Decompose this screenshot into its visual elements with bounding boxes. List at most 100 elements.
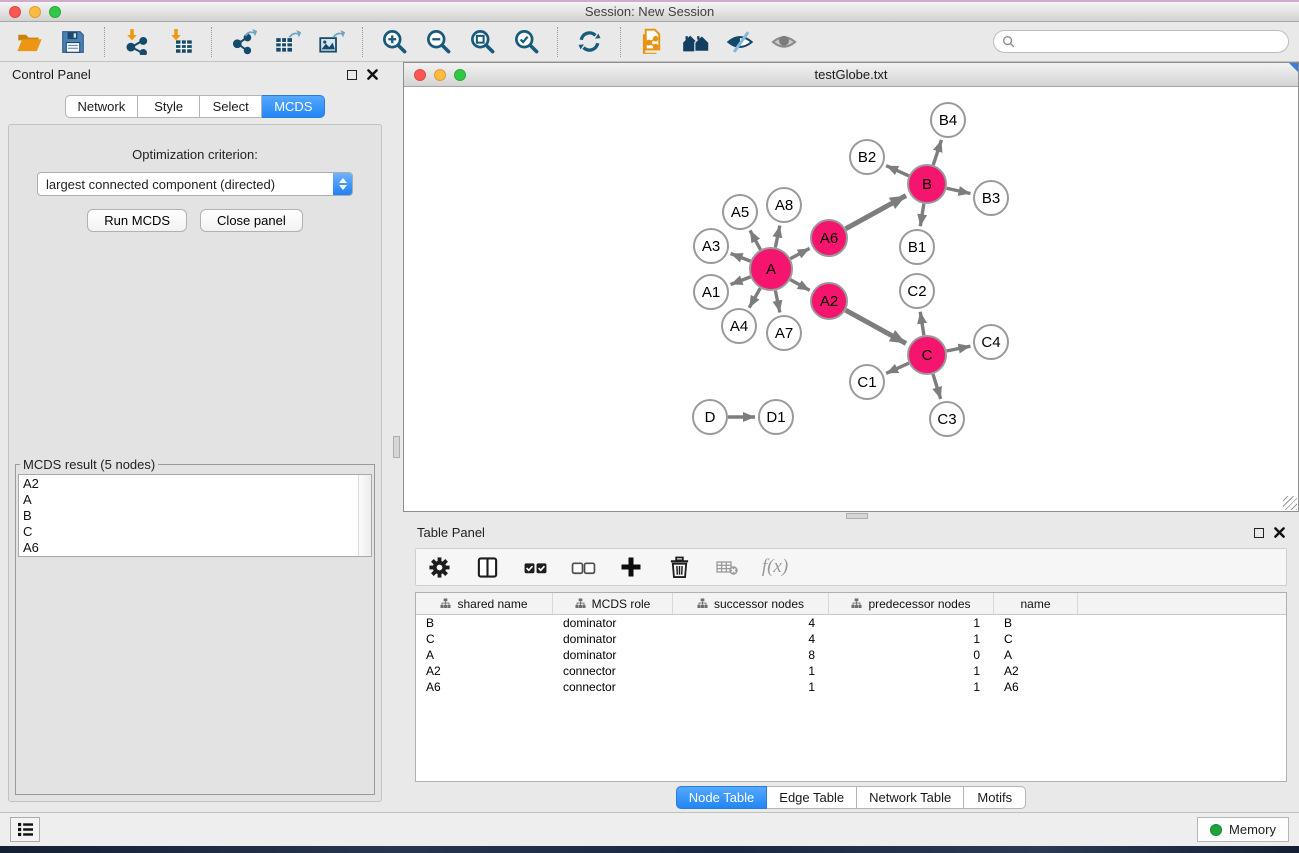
- minimize-window-button[interactable]: [29, 6, 41, 18]
- hide-graphics-details-button[interactable]: [721, 25, 759, 59]
- network-graph[interactable]: AA6A2BCA5A8A3A1A4A7B4B2B3B1C2C4C1C3DD1: [404, 87, 1298, 511]
- network-maximize-button[interactable]: [454, 69, 466, 81]
- edge-A-A1[interactable]: [731, 277, 751, 285]
- edge-A6-B[interactable]: [846, 196, 906, 229]
- search-input[interactable]: [1020, 35, 1280, 49]
- edge-A-A3[interactable]: [731, 254, 751, 262]
- table-cell[interactable]: connector: [553, 679, 673, 695]
- tab-network-table[interactable]: Network Table: [857, 786, 964, 809]
- open-session-button[interactable]: [10, 25, 48, 59]
- edge-C-C3[interactable]: [933, 374, 941, 399]
- graph-node-C2[interactable]: C2: [900, 274, 934, 308]
- edge-A-A2[interactable]: [790, 280, 809, 291]
- select-all-columns-button[interactable]: [522, 554, 548, 580]
- table-cell[interactable]: C: [994, 631, 1078, 647]
- horizontal-splitter[interactable]: [403, 512, 1299, 521]
- show-graphics-details-button[interactable]: [765, 25, 803, 59]
- graph-node-A4[interactable]: A4: [722, 309, 756, 343]
- table-cell[interactable]: connector: [553, 663, 673, 679]
- close-window-button[interactable]: [9, 6, 21, 18]
- splitter-handle[interactable]: [846, 513, 868, 519]
- column-header-MCDS-role[interactable]: MCDS role: [553, 593, 673, 614]
- table-cell[interactable]: 4: [673, 615, 829, 631]
- table-row[interactable]: A6connector11A6: [416, 679, 1286, 695]
- mcds-result-item[interactable]: A2: [23, 476, 371, 492]
- edge-B-B3[interactable]: [947, 188, 971, 193]
- edge-A-A8[interactable]: [775, 226, 779, 248]
- table-cell[interactable]: A: [416, 647, 553, 663]
- edge-B-B4[interactable]: [933, 140, 941, 165]
- network-canvas[interactable]: AA6A2BCA5A8A3A1A4A7B4B2B3B1C2C4C1C3DD1: [404, 87, 1298, 511]
- splitter-handle[interactable]: [393, 436, 400, 458]
- maximize-corner-icon[interactable]: [1289, 63, 1298, 72]
- export-table-button[interactable]: [268, 25, 306, 59]
- edge-A-A5[interactable]: [750, 230, 760, 249]
- tab-style[interactable]: Style: [138, 95, 200, 118]
- edge-A2-C[interactable]: [846, 310, 906, 343]
- column-header-name[interactable]: name: [994, 593, 1078, 614]
- mcds-result-item[interactable]: B: [23, 508, 371, 524]
- delete-table-button[interactable]: [714, 554, 740, 580]
- float-panel-button[interactable]: [1254, 528, 1264, 538]
- graph-node-A2[interactable]: A2: [811, 283, 847, 319]
- table-cell[interactable]: A: [994, 647, 1078, 663]
- graph-node-C4[interactable]: C4: [974, 325, 1008, 359]
- deselect-all-columns-button[interactable]: [570, 554, 596, 580]
- tab-select[interactable]: Select: [200, 95, 262, 118]
- node-table[interactable]: shared nameMCDS rolesuccessor nodesprede…: [415, 592, 1287, 782]
- table-cell[interactable]: 1: [829, 631, 994, 647]
- table-row[interactable]: Adominator80A: [416, 647, 1286, 663]
- table-cell[interactable]: 4: [673, 631, 829, 647]
- add-column-button[interactable]: [618, 554, 644, 580]
- mcds-result-item[interactable]: A6: [23, 540, 371, 556]
- edge-C-C2[interactable]: [920, 312, 924, 335]
- table-cell[interactable]: dominator: [553, 615, 673, 631]
- refresh-button[interactable]: [570, 25, 608, 59]
- close-panel-button[interactable]: Close panel: [200, 209, 303, 232]
- network-from-file-button[interactable]: [633, 25, 671, 59]
- function-builder-button[interactable]: f(x): [762, 554, 788, 580]
- table-cell[interactable]: C: [416, 631, 553, 647]
- table-settings-button[interactable]: [426, 554, 452, 580]
- mcds-result-item[interactable]: A: [23, 492, 371, 508]
- mcds-result-item[interactable]: C: [23, 524, 371, 540]
- tab-node-table[interactable]: Node Table: [676, 786, 768, 809]
- edge-A-A6[interactable]: [790, 248, 809, 258]
- fullscreen-window-button[interactable]: [49, 6, 61, 18]
- graph-node-C[interactable]: C: [908, 336, 946, 374]
- graph-node-A8[interactable]: A8: [767, 188, 801, 222]
- save-session-button[interactable]: [54, 25, 92, 59]
- list-scrollbar[interactable]: [358, 475, 371, 556]
- close-panel-icon[interactable]: [367, 69, 378, 80]
- float-panel-button[interactable]: [347, 70, 357, 80]
- network-minimize-button[interactable]: [434, 69, 446, 81]
- import-network-button[interactable]: [117, 25, 155, 59]
- graph-node-B1[interactable]: B1: [900, 230, 934, 264]
- edge-C-C1[interactable]: [886, 363, 909, 373]
- graph-node-C3[interactable]: C3: [930, 402, 964, 436]
- graph-node-A6[interactable]: A6: [811, 220, 847, 256]
- table-row[interactable]: Cdominator41C: [416, 631, 1286, 647]
- tab-network[interactable]: Network: [65, 95, 139, 118]
- zoom-out-button[interactable]: [419, 25, 457, 59]
- table-cell[interactable]: 8: [673, 647, 829, 663]
- show-panels-button[interactable]: [677, 25, 715, 59]
- graph-node-C1[interactable]: C1: [850, 365, 884, 399]
- close-panel-icon[interactable]: [1274, 527, 1285, 538]
- table-cell[interactable]: 1: [829, 615, 994, 631]
- graph-node-D[interactable]: D: [693, 400, 727, 434]
- graph-node-A5[interactable]: A5: [723, 195, 757, 229]
- graph-node-A[interactable]: A: [750, 248, 792, 290]
- task-history-button[interactable]: [10, 817, 40, 842]
- graph-node-A3[interactable]: A3: [694, 229, 728, 263]
- graph-node-A7[interactable]: A7: [767, 316, 801, 350]
- zoom-fit-button[interactable]: [463, 25, 501, 59]
- table-cell[interactable]: dominator: [553, 647, 673, 663]
- table-cell[interactable]: A2: [994, 663, 1078, 679]
- graph-node-A1[interactable]: A1: [694, 275, 728, 309]
- mcds-result-list[interactable]: A2ABCA6: [18, 474, 372, 557]
- table-cell[interactable]: dominator: [553, 631, 673, 647]
- table-cell[interactable]: B: [416, 615, 553, 631]
- table-cell[interactable]: 0: [829, 647, 994, 663]
- delete-column-button[interactable]: [666, 554, 692, 580]
